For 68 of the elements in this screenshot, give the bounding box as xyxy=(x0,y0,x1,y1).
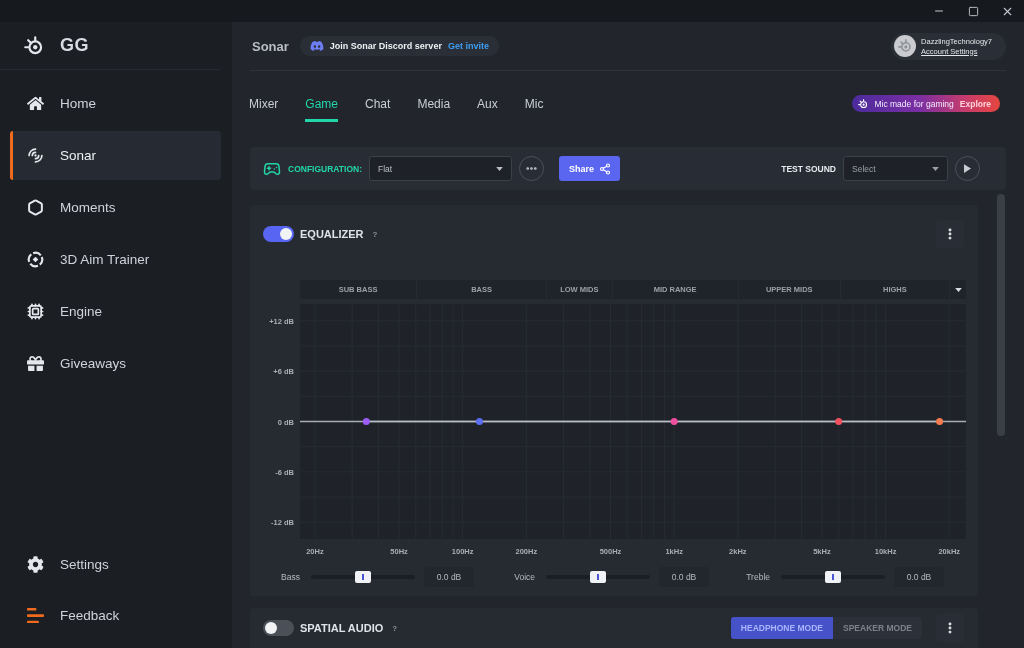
gain-field[interactable]: 0.0 dB xyxy=(424,567,474,587)
slider-thumb[interactable] xyxy=(825,571,841,583)
slider-label: Bass xyxy=(280,572,300,582)
slider-thumb[interactable] xyxy=(590,571,606,583)
nav-item[interactable]: Engine xyxy=(10,287,221,336)
hexagon-icon xyxy=(27,199,44,216)
caret-icon xyxy=(496,166,503,171)
crosshair-icon xyxy=(27,251,44,268)
settings-icon xyxy=(27,556,44,573)
tab[interactable]: Media xyxy=(417,71,451,122)
eq-node[interactable] xyxy=(670,418,678,425)
caret-icon xyxy=(954,287,962,292)
gain-field[interactable]: 0.0 dB xyxy=(659,567,709,587)
eq-node[interactable] xyxy=(835,418,843,425)
configuration-label: CONFIGURATION: xyxy=(288,163,362,174)
explore-link[interactable]: Explore xyxy=(959,98,991,109)
share-button[interactable]: Share xyxy=(559,156,620,181)
gain-field[interactable]: 0.0 dB xyxy=(894,567,944,587)
nav-item[interactable]: Settings xyxy=(10,540,221,589)
tab[interactable]: Game xyxy=(305,71,339,122)
page-title: Sonar xyxy=(252,38,289,54)
section-title: EQUALIZER xyxy=(300,228,364,240)
test-sound-select[interactable]: Select xyxy=(843,156,948,181)
help-mark[interactable]: ? xyxy=(392,623,398,633)
chip-icon xyxy=(27,303,44,320)
more-button[interactable] xyxy=(936,614,964,642)
nav-item[interactable]: Feedback xyxy=(10,591,221,640)
eq-node[interactable] xyxy=(362,418,370,425)
nav-item[interactable]: Home xyxy=(10,79,221,128)
gift-icon xyxy=(27,355,44,372)
section-title: SPATIAL AUDIO xyxy=(300,622,384,634)
more-button[interactable] xyxy=(936,220,964,248)
equalizer-toggle[interactable] xyxy=(263,226,294,242)
eq-node[interactable] xyxy=(475,418,483,425)
help-mark[interactable]: ? xyxy=(372,229,378,239)
play-icon xyxy=(964,164,971,173)
invite-link[interactable]: Get invite xyxy=(447,41,489,51)
avatar-icon xyxy=(894,35,917,57)
slider-label: Voice xyxy=(513,572,535,582)
nav-item[interactable]: Moments xyxy=(10,183,221,232)
banner-text: Join Sonar Discord server xyxy=(329,41,442,51)
share-icon xyxy=(599,162,611,175)
scrollbar-thumb[interactable] xyxy=(997,194,1005,436)
nav-item[interactable]: Giveaways xyxy=(10,339,221,388)
tab[interactable]: Chat xyxy=(365,71,391,122)
home-icon xyxy=(27,95,44,112)
promo-banner[interactable]: Mic made for gaming Explore xyxy=(852,95,1000,112)
tab[interactable]: Mic xyxy=(524,71,544,122)
preset-select[interactable]: Flat xyxy=(369,156,512,181)
nav-item[interactable]: Sonar xyxy=(10,131,221,180)
waves-icon xyxy=(27,147,44,164)
band-dropdown-button[interactable] xyxy=(950,280,966,299)
logo-icon xyxy=(858,98,869,109)
bars-icon xyxy=(27,607,44,624)
discord-logo-icon xyxy=(309,39,324,53)
tab[interactable]: Mixer xyxy=(249,71,279,122)
promo-text: Mic made for gaming xyxy=(874,98,954,109)
eq-node[interactable] xyxy=(936,418,944,425)
slider-thumb[interactable] xyxy=(355,571,371,583)
maximize-icon xyxy=(967,5,979,17)
slider-label: Treble xyxy=(745,572,770,582)
test-sound-label: TEST SOUND xyxy=(781,163,836,174)
spatial-audio-toggle[interactable] xyxy=(263,620,294,636)
logo-icon xyxy=(24,35,44,56)
caret-icon xyxy=(932,166,939,171)
tab[interactable]: Aux xyxy=(477,71,498,122)
brand-name: GG xyxy=(60,35,89,56)
nav-item[interactable]: 3D Aim Trainer xyxy=(10,235,221,284)
